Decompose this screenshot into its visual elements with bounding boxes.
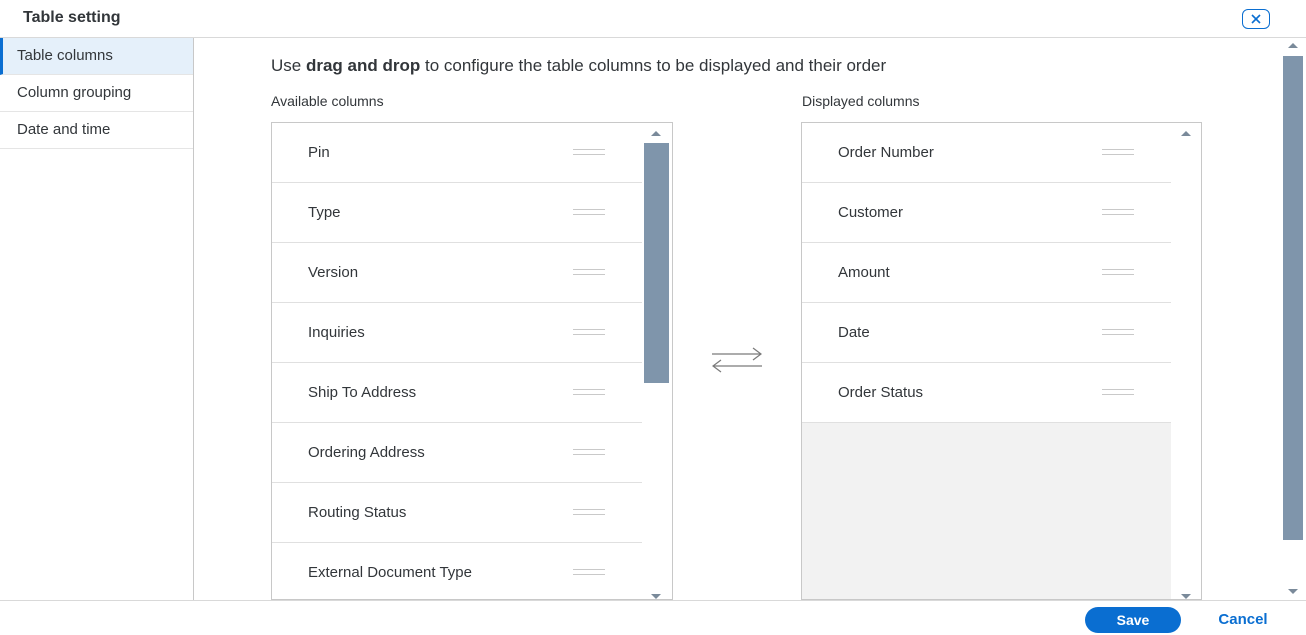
- list-item[interactable]: Type: [272, 183, 642, 243]
- instruction-text: Use drag and drop to configure the table…: [271, 56, 886, 76]
- list-item-label: Ordering Address: [308, 444, 425, 461]
- sidebar-item-label: Table columns: [17, 47, 113, 64]
- available-columns-label: Available columns: [271, 93, 384, 109]
- instruction-suffix: to configure the table columns to be dis…: [420, 56, 887, 75]
- drag-handle-icon[interactable]: [1102, 389, 1134, 395]
- sidebar-item-date-and-time[interactable]: Date and time: [0, 112, 193, 149]
- list-item[interactable]: Order Number: [802, 123, 1171, 183]
- scroll-down-icon[interactable]: [1181, 594, 1191, 599]
- list-item[interactable]: Version: [272, 243, 642, 303]
- drag-handle-icon[interactable]: [573, 329, 605, 335]
- swap-arrows-icon[interactable]: [709, 344, 765, 374]
- list-item-label: Order Number: [838, 144, 934, 161]
- drag-handle-icon[interactable]: [573, 389, 605, 395]
- dialog-footer: Save Cancel: [0, 600, 1306, 635]
- drag-handle-icon[interactable]: [573, 449, 605, 455]
- list-item-label: Type: [308, 204, 341, 221]
- list-item-label: Order Status: [838, 384, 924, 401]
- list-item[interactable]: Order Status: [802, 363, 1171, 423]
- page-scroll-up-icon[interactable]: [1288, 43, 1298, 48]
- list-item-label: Amount: [838, 264, 890, 281]
- list-item[interactable]: Date: [802, 303, 1171, 363]
- available-list-scrollbar[interactable]: [644, 143, 669, 383]
- list-item-label: Pin: [308, 144, 330, 161]
- sidebar-item-table-columns[interactable]: Table columns: [0, 38, 193, 75]
- list-item[interactable]: Ship To Address: [272, 363, 642, 423]
- settings-sidebar: Table columns Column grouping Date and t…: [0, 38, 194, 600]
- close-icon: [1251, 14, 1261, 24]
- drag-handle-icon[interactable]: [1102, 209, 1134, 215]
- list-item-label: Customer: [838, 204, 904, 221]
- drag-handle-icon[interactable]: [573, 269, 605, 275]
- drag-handle-icon[interactable]: [573, 209, 605, 215]
- list-item[interactable]: Pin: [272, 123, 642, 183]
- displayed-columns-list: Order Number Customer Amount Date Order …: [801, 122, 1202, 600]
- list-item-label: Routing Status: [308, 504, 407, 521]
- list-item[interactable]: External Document Type: [272, 543, 642, 599]
- list-item-label: Date: [838, 324, 870, 341]
- available-columns-list: Pin Type Version Inquiries Ship To Addre…: [271, 122, 673, 600]
- list-item[interactable]: Ordering Address: [272, 423, 642, 483]
- list-item-label: Ship To Address: [308, 384, 417, 401]
- sidebar-item-label: Column grouping: [17, 84, 132, 101]
- list-item[interactable]: Amount: [802, 243, 1171, 303]
- page-scroll-down-icon[interactable]: [1288, 589, 1298, 594]
- cancel-button[interactable]: Cancel: [1203, 607, 1283, 633]
- drag-handle-icon[interactable]: [1102, 149, 1134, 155]
- sidebar-item-column-grouping[interactable]: Column grouping: [0, 75, 193, 112]
- list-item-label: External Document Type: [308, 564, 472, 581]
- page-scrollbar[interactable]: [1283, 56, 1303, 540]
- instruction-bold: drag and drop: [305, 56, 421, 75]
- close-button[interactable]: [1242, 9, 1270, 29]
- displayed-columns-label: Displayed columns: [802, 93, 920, 109]
- drag-handle-icon[interactable]: [573, 569, 605, 575]
- list-item[interactable]: Customer: [802, 183, 1171, 243]
- drag-handle-icon[interactable]: [1102, 329, 1134, 335]
- list-item-label: Inquiries: [308, 324, 365, 341]
- drag-handle-icon[interactable]: [573, 509, 605, 515]
- save-button[interactable]: Save: [1085, 607, 1181, 633]
- instruction-prefix: Use: [271, 56, 306, 75]
- drag-handle-icon[interactable]: [573, 149, 605, 155]
- empty-drop-area: [802, 423, 1171, 599]
- scroll-down-icon[interactable]: [651, 594, 661, 599]
- dialog-title: Table setting: [23, 9, 121, 26]
- list-item[interactable]: Inquiries: [272, 303, 642, 363]
- drag-handle-icon[interactable]: [1102, 269, 1134, 275]
- list-item[interactable]: Routing Status: [272, 483, 642, 543]
- scroll-up-icon[interactable]: [651, 131, 661, 136]
- dialog-header: Table setting: [0, 0, 1306, 38]
- sidebar-item-label: Date and time: [17, 121, 111, 138]
- scroll-up-icon[interactable]: [1181, 131, 1191, 136]
- list-item-label: Version: [308, 264, 359, 281]
